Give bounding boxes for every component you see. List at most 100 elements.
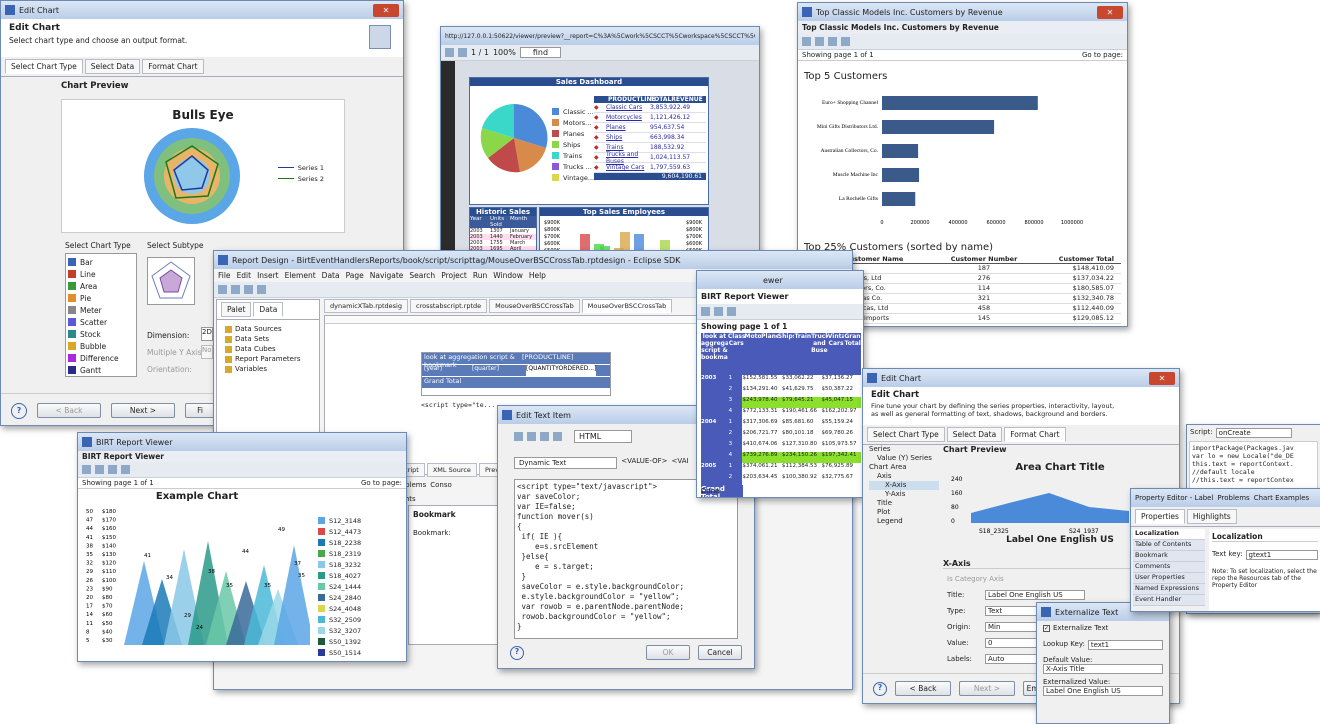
chart-type-item[interactable]: Difference	[68, 352, 134, 364]
tab-select-chart-type[interactable]: Select Chart Type	[867, 427, 945, 442]
format-tree-item[interactable]: Plot	[869, 508, 939, 517]
productline-link[interactable]: Vintage Cars	[606, 164, 650, 171]
cut-icon[interactable]	[514, 432, 523, 441]
chart-type-item[interactable]: Meter	[68, 304, 134, 316]
axis-field-value[interactable]: Label One English US	[985, 590, 1085, 600]
data-tree-item[interactable]: Report Parameters	[225, 354, 311, 364]
tab-properties[interactable]: Properties	[1135, 509, 1185, 524]
menu-item-search[interactable]: Search	[409, 271, 435, 280]
tab-highlights[interactable]: Highlights	[1186, 509, 1237, 524]
text-key-field[interactable]: gtext1	[1245, 550, 1318, 560]
help-icon[interactable]: ?	[873, 681, 887, 696]
property-category[interactable]: Named Expressions	[1133, 584, 1205, 595]
format-select[interactable]: HTML	[574, 430, 633, 443]
menu-item-run[interactable]: Run	[473, 271, 487, 280]
data-tree-item[interactable]: Variables	[225, 364, 311, 374]
print-icon[interactable]	[445, 48, 454, 57]
menu-item-edit[interactable]: Edit	[237, 271, 252, 280]
tab-palette[interactable]: Palet	[221, 302, 252, 317]
menu-item-element[interactable]: Element	[285, 271, 316, 280]
chart-type-item[interactable]: Line	[68, 268, 134, 280]
chart-type-item[interactable]: Pie	[68, 292, 134, 304]
dynamic-text-select[interactable]: Dynamic Text	[514, 457, 618, 469]
menu-item-window[interactable]: Window	[493, 271, 523, 280]
productline-link[interactable]: Motorcycles	[606, 114, 650, 121]
export-icon[interactable]	[828, 37, 837, 46]
tab-select-data[interactable]: Select Data	[84, 59, 141, 74]
multi-y-select[interactable]: No	[201, 345, 213, 359]
menu-item-data[interactable]: Data	[322, 271, 340, 280]
export-icon[interactable]	[727, 307, 736, 316]
chart-type-item[interactable]: Bubble	[68, 340, 134, 352]
toc-icon[interactable]	[802, 37, 811, 46]
print-icon[interactable]	[841, 37, 850, 46]
default-value-field[interactable]: X-Axis Title	[1043, 664, 1163, 674]
print-icon[interactable]	[121, 465, 130, 474]
search-icon[interactable]	[257, 285, 266, 294]
property-category[interactable]: Event Handler	[1133, 595, 1205, 606]
format-tree-item[interactable]: Axis	[869, 472, 939, 481]
toc-icon[interactable]	[701, 307, 710, 316]
property-category[interactable]: Comments	[1133, 562, 1205, 573]
copy-icon[interactable]	[527, 432, 536, 441]
productline-link[interactable]: Planes	[606, 124, 650, 131]
zoom-level[interactable]: 100%	[493, 48, 516, 57]
chart-type-item[interactable]: Scatter	[68, 316, 134, 328]
menu-item-file[interactable]: File	[218, 271, 231, 280]
back-button[interactable]: < Back	[37, 403, 101, 418]
export-icon[interactable]	[108, 465, 117, 474]
editor-tab[interactable]: dynamicXTab.rptdesig	[324, 299, 408, 313]
toc-icon[interactable]	[82, 465, 91, 474]
save-icon[interactable]	[231, 285, 240, 294]
finish-button[interactable]: Fi	[185, 403, 215, 418]
crosstab[interactable]: look at aggregation script & bookmark [PR…	[421, 352, 611, 396]
editor-bottom-tab[interactable]: XML Source	[426, 463, 477, 477]
externalize-checkbox[interactable]: ✓	[1043, 624, 1050, 632]
next-button[interactable]: Next >	[959, 681, 1015, 696]
tab-problems[interactable]: Problems	[1217, 494, 1249, 502]
chart-type-item[interactable]: Gantt	[68, 364, 134, 376]
format-tree-item[interactable]: Title	[869, 499, 939, 508]
data-tree-item[interactable]: Data Sets	[225, 334, 311, 344]
close-button[interactable]: ✕	[1149, 371, 1175, 385]
help-icon[interactable]: ?	[510, 645, 524, 660]
params-icon[interactable]	[815, 37, 824, 46]
format-tree-item[interactable]: Legend	[869, 517, 939, 526]
format-tree-item[interactable]: X-Axis	[869, 481, 939, 490]
values-button[interactable]: <VAI	[671, 457, 688, 469]
tab-data[interactable]: Data	[253, 302, 284, 317]
tab-format-chart[interactable]: Format Chart	[142, 59, 204, 74]
tab-select-chart-type[interactable]: Select Chart Type	[5, 59, 83, 74]
delete-icon[interactable]	[553, 432, 562, 441]
params-icon[interactable]	[95, 465, 104, 474]
ok-button[interactable]: OK	[646, 645, 690, 660]
chart-type-item[interactable]: Area	[68, 280, 134, 292]
save-icon[interactable]	[458, 48, 467, 57]
menu-item-insert[interactable]: Insert	[257, 271, 279, 280]
tab-chart-examples[interactable]: Chart Examples	[1254, 494, 1309, 502]
editor-tab[interactable]: MouseOverBSCCrossTab	[581, 299, 673, 313]
menu-item-project[interactable]: Project	[441, 271, 467, 280]
externalized-value-field[interactable]: Label One English US	[1043, 686, 1163, 696]
tab-console[interactable]: Conso	[430, 481, 452, 489]
params-icon[interactable]	[714, 307, 723, 316]
format-tree-item[interactable]: Chart Area	[869, 463, 939, 472]
property-category[interactable]: Localization	[1133, 529, 1205, 540]
property-category[interactable]: User Properties	[1133, 573, 1205, 584]
productline-link[interactable]: Classic Cars	[606, 104, 650, 111]
format-tree-item[interactable]: Value (Y) Series	[869, 454, 939, 463]
help-icon[interactable]: ?	[11, 402, 27, 419]
editor-tab[interactable]: crosstabscript.rptde	[410, 299, 488, 313]
next-button[interactable]: Next >	[111, 403, 175, 418]
script-editor[interactable]: <script type="text/javascript"> var save…	[514, 479, 738, 639]
format-tree-item[interactable]: Y-Axis	[869, 490, 939, 499]
menu-item-help[interactable]: Help	[529, 271, 546, 280]
script-code-editor[interactable]: importPackage(Packages.jav var lo = new …	[1189, 441, 1318, 489]
script-select[interactable]: onCreate	[1215, 428, 1292, 438]
chart-type-item[interactable]: Stock	[68, 328, 134, 340]
run-icon[interactable]	[244, 285, 253, 294]
property-category[interactable]: Bookmark	[1133, 551, 1205, 562]
back-button[interactable]: < Back	[895, 681, 951, 696]
menu-item-page[interactable]: Page	[346, 271, 364, 280]
subtype-radar[interactable]	[147, 257, 195, 305]
